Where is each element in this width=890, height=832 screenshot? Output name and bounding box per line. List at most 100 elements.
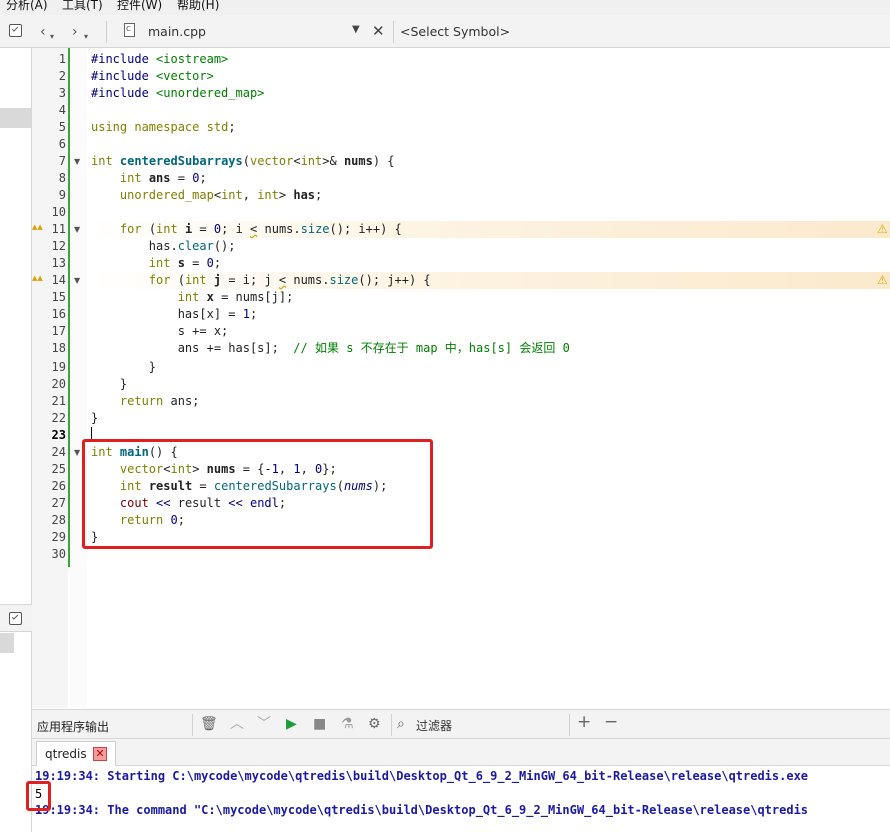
- line-number: 23: [51, 428, 66, 442]
- code-line-5: using namespace std;: [91, 120, 236, 134]
- code-line-3: #include <unordered_map>: [91, 86, 265, 100]
- line-number: 21: [51, 394, 66, 408]
- back-dropdown-icon[interactable]: ▾: [50, 29, 54, 45]
- code-line-18: ans += has[s]; // 如果 s 不存在于 map 中，has[s]…: [177, 341, 570, 355]
- line-number: 6: [58, 137, 66, 151]
- line-number: 30: [51, 547, 66, 561]
- code-line-20: }: [119, 377, 128, 391]
- line-number: 11: [51, 222, 66, 236]
- cpp-file-icon: [124, 23, 135, 37]
- menu-analyze[interactable]: 分析(A): [6, 0, 48, 13]
- change-marker-bar: [68, 48, 70, 567]
- code-line-15: int x = nums[j];: [177, 290, 294, 304]
- code-line-12: has.clear();: [148, 239, 236, 253]
- code-line-2: #include <vector>: [91, 69, 214, 83]
- fold-column: [70, 48, 87, 708]
- trash-icon[interactable]: 🗑: [200, 716, 218, 732]
- code-line-22: }: [91, 411, 99, 425]
- line-number: 8: [58, 171, 66, 185]
- run-icon[interactable]: ▶: [286, 716, 297, 732]
- line-number: 16: [51, 307, 66, 321]
- menu-tools[interactable]: 工具(T): [62, 0, 103, 13]
- code-line-14: for (int j = i; j < nums.size(); j++) {: [148, 273, 431, 287]
- line-number: 5: [58, 120, 66, 134]
- fold-arrow-icon[interactable]: ▼: [74, 153, 80, 170]
- menu-help[interactable]: 帮助(H): [177, 0, 219, 13]
- line-number: 20: [51, 377, 66, 391]
- code-line-16: has[x] = 1;: [177, 307, 258, 321]
- open-file-name[interactable]: main.cpp: [148, 24, 206, 39]
- line-number: 14: [51, 273, 66, 287]
- line-number: 25: [51, 462, 66, 476]
- forward-dropdown-icon[interactable]: ▾: [84, 29, 88, 45]
- line-number: 12: [51, 239, 66, 253]
- collapse-sidebar-icon[interactable]: [9, 24, 22, 37]
- fold-arrow-icon[interactable]: ▼: [74, 221, 80, 238]
- menu-controls[interactable]: 控件(W): [117, 0, 162, 13]
- code-line-7: int centeredSubarrays(vector<int>& nums)…: [91, 154, 395, 168]
- tab-label: qtredis: [45, 747, 87, 761]
- chevron-up-icon[interactable]: ︿: [230, 716, 244, 732]
- highlight-box-main-function: [82, 439, 433, 549]
- line-number: 2: [58, 69, 66, 83]
- stop-icon[interactable]: ■: [313, 716, 326, 732]
- forward-chevron-icon[interactable]: ›: [72, 24, 78, 40]
- line-number: 4: [58, 103, 66, 117]
- line-number: 29: [51, 530, 66, 544]
- line-number: 22: [51, 411, 66, 425]
- left-sidebar: [0, 15, 32, 832]
- back-chevron-icon[interactable]: ‹: [40, 24, 46, 40]
- fold-arrow-icon[interactable]: ▼: [74, 444, 80, 461]
- tab-qtredis[interactable]: qtredis ✕: [36, 741, 116, 766]
- fold-arrow-icon[interactable]: ▼: [74, 272, 80, 289]
- line-number: 19: [51, 360, 66, 374]
- highlight-box-result: [26, 781, 51, 811]
- warning-icon[interactable]: ⚠: [877, 221, 888, 238]
- code-editor[interactable]: [87, 48, 890, 708]
- gear-icon[interactable]: ⚙: [368, 716, 381, 732]
- close-file-icon[interactable]: ✕: [372, 22, 385, 40]
- line-number: 15: [51, 290, 66, 304]
- sidebar-selected-item-2[interactable]: [0, 633, 14, 653]
- code-line-8: int ans = 0;: [119, 171, 207, 185]
- sidebar-top-toggle[interactable]: [0, 15, 32, 48]
- code-line-1: #include <iostream>: [91, 52, 229, 66]
- sidebar-bottom-toggle[interactable]: [0, 604, 32, 632]
- line-number: 3: [58, 86, 66, 100]
- output-tab-bar: qtredis ✕: [32, 739, 890, 766]
- select-symbol-combo[interactable]: <Select Symbol>: [400, 24, 510, 39]
- output-line-command: 19:19:34: The command "C:\mycode\mycode\…: [35, 803, 809, 817]
- line-number: 28: [51, 513, 66, 527]
- line-number: 1: [58, 52, 66, 66]
- output-line-start: 19:19:34: Starting C:\mycode\mycode\qtre…: [35, 769, 809, 783]
- code-line-11: for (int i = 0; i < nums.size(); i++) {: [119, 222, 402, 236]
- output-pane-title: 应用程序输出: [37, 720, 110, 734]
- add-icon[interactable]: +: [577, 714, 591, 731]
- line-number: 24: [51, 445, 66, 459]
- line-number: 9: [58, 188, 66, 202]
- code-line-19: }: [148, 360, 157, 374]
- line-number: 27: [51, 496, 66, 510]
- attach-debugger-icon[interactable]: ⚗: [341, 716, 354, 732]
- chevron-down-icon[interactable]: ﹀: [257, 716, 271, 732]
- code-line-9: unordered_map<int, int> has;: [119, 188, 323, 202]
- menu-bar: 分析(A) 工具(T) 控件(W) 帮助(H): [0, 0, 890, 15]
- filter-input[interactable]: 过滤器: [416, 717, 452, 734]
- code-line-17: s += x;: [177, 324, 229, 338]
- line-number: 18: [51, 341, 66, 355]
- output-pane-toolbar: 应用程序输出 🗑 ︿ ﹀ ▶ ■ ⚗ ⚙ ⌕ 过滤器 + −: [32, 709, 890, 739]
- code-line-13: int s = 0;: [148, 256, 222, 270]
- editor-toolbar: ‹ ▾ › ▾ main.cpp ▼ ✕ <Select Symbol>: [32, 15, 890, 48]
- minus-icon[interactable]: −: [604, 714, 618, 731]
- collapse-panel-icon[interactable]: [9, 612, 22, 625]
- close-tab-icon[interactable]: ✕: [93, 747, 107, 761]
- search-icon: ⌕: [397, 716, 405, 732]
- line-number: 17: [51, 324, 66, 338]
- line-number: 13: [51, 256, 66, 270]
- line-number: 10: [51, 205, 66, 219]
- warning-icon[interactable]: ⚠: [877, 272, 888, 289]
- code-line-21: return ans;: [119, 394, 200, 408]
- file-dropdown-icon[interactable]: ▼: [352, 24, 360, 35]
- line-number: 7: [58, 154, 66, 168]
- sidebar-selected-item[interactable]: [0, 108, 31, 128]
